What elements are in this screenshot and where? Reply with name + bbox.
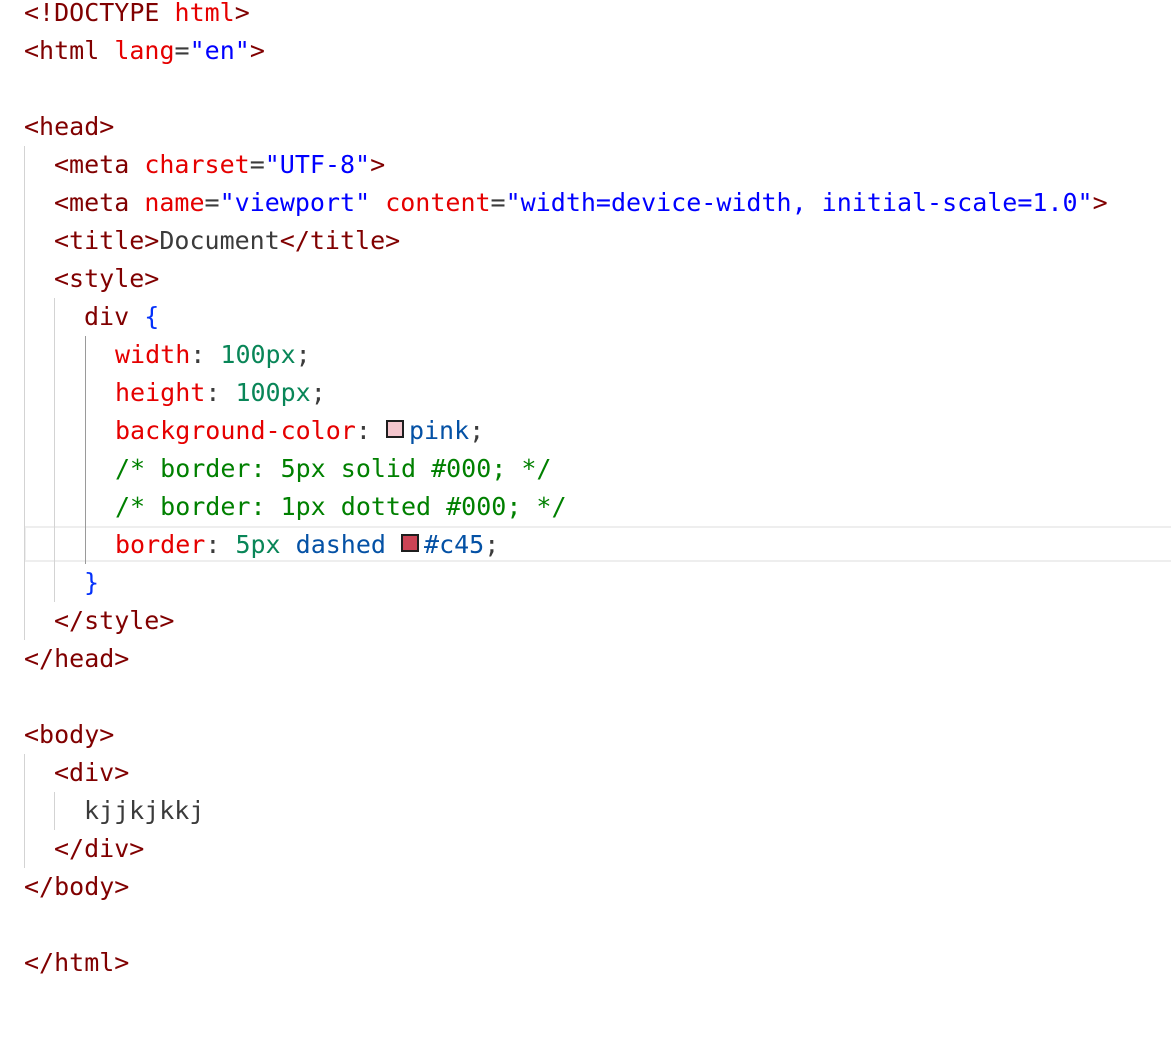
pink-color-swatch-icon[interactable] (385, 420, 404, 438)
code-line-7: <title>Document</title> (0, 222, 1171, 260)
css-semicolon: ; (484, 530, 500, 559)
code-line-22: kjjkjkkj (0, 792, 1171, 830)
meta-viewport-close: > (1092, 188, 1108, 217)
css-open-brace: { (144, 302, 160, 331)
meta-content-eq: = (490, 188, 506, 217)
code-line-5: <meta charset="UTF-8"> (0, 146, 1171, 184)
meta-charset-attr: charset (144, 150, 250, 179)
meta-charset-value: "UTF-8" (264, 150, 371, 179)
code-line-6: <meta name="viewport" content="width=dev… (0, 184, 1171, 222)
code-line-17: </style> (0, 602, 1171, 640)
meta-content-value: "width=device-width, initial-scale=1.0" (505, 188, 1093, 217)
code-line-9: div { (0, 298, 1171, 336)
head-open: <head> (24, 112, 115, 141)
code-line-16: } (0, 564, 1171, 602)
code-line-11: height: 100px; (0, 374, 1171, 412)
css-semicolon: ; (295, 340, 311, 369)
code-line-26: </html> (0, 944, 1171, 982)
css-value-border-width: 5px (235, 530, 281, 559)
code-editor[interactable]: <!DOCTYPE html> <html lang="en"> <head> … (0, 0, 1171, 1010)
div-text-content: kjjkjkkj (84, 796, 205, 825)
html-lang-attr: lang (114, 36, 175, 65)
code-line-15: border: 5px dashed #c45; (0, 526, 1171, 564)
css-prop-width: width (115, 340, 191, 369)
code-line-2: <html lang="en"> (0, 32, 1171, 70)
code-line-23: </div> (0, 830, 1171, 868)
css-semicolon: ; (310, 378, 326, 407)
css-prop-border: border (115, 530, 206, 559)
meta-viewport-open: <meta (54, 188, 130, 217)
html-close: > (249, 36, 265, 65)
code-line-20: <body> (0, 716, 1171, 754)
code-line-1: <!DOCTYPE html> (0, 0, 1171, 32)
code-line-4: <head> (0, 108, 1171, 146)
code-line-10: width: 100px; (0, 336, 1171, 374)
css-colon: : (205, 378, 221, 407)
css-prop-background-color: background-color (115, 416, 356, 445)
body-open: <body> (24, 720, 115, 749)
title-open: <title> (54, 226, 160, 255)
div-open: <div> (54, 758, 130, 787)
html-lang-value: "en" (189, 36, 250, 65)
css-value-background-color: pink (408, 416, 470, 445)
css-comment-solid: /* border: 5px solid #000; */ (115, 454, 552, 483)
html-close-tag: </html> (24, 948, 130, 977)
c45-color-swatch-icon[interactable] (401, 534, 420, 552)
meta-content-attr: content (385, 188, 491, 217)
div-close: </div> (54, 834, 145, 863)
code-line-21: <div> (0, 754, 1171, 792)
code-line-24: </body> (0, 868, 1171, 906)
body-close: </body> (24, 872, 130, 901)
doctype-open: <!DOCTYPE (24, 0, 160, 27)
meta-eq: = (249, 150, 265, 179)
css-comment-dotted: /* border: 1px dotted #000; */ (115, 492, 567, 521)
code-line-14: /* border: 1px dotted #000; */ (0, 488, 1171, 526)
css-colon: : (355, 416, 371, 445)
meta-name-eq: = (204, 188, 220, 217)
css-colon: : (205, 530, 221, 559)
code-line-12: background-color: pink; (0, 412, 1171, 450)
css-colon: : (190, 340, 206, 369)
code-line-8: <style> (0, 260, 1171, 298)
css-close-brace: } (84, 568, 100, 597)
html-open: <html (24, 36, 100, 65)
doctype-close: > (234, 0, 250, 27)
title-text: Document (159, 226, 280, 255)
style-close: </style> (54, 606, 175, 635)
css-value-height: 100px (235, 378, 311, 407)
css-prop-height: height (115, 378, 206, 407)
code-line-13: /* border: 5px solid #000; */ (0, 450, 1171, 488)
css-value-border-color: #c45 (424, 530, 485, 559)
html-eq: = (174, 36, 190, 65)
meta-name-value: "viewport" (219, 188, 371, 217)
css-selector: div (84, 302, 130, 331)
style-open: <style> (54, 264, 160, 293)
css-semicolon: ; (469, 416, 485, 445)
meta-name-attr: name (144, 188, 205, 217)
code-line-18: </head> (0, 640, 1171, 678)
meta-open: <meta (54, 150, 130, 179)
css-value-border-style: dashed (295, 530, 386, 559)
doctype-name: html (174, 0, 235, 27)
title-close: </title> (279, 226, 401, 255)
head-close: </head> (24, 644, 130, 673)
meta-close: > (370, 150, 386, 179)
css-value-width: 100px (220, 340, 296, 369)
